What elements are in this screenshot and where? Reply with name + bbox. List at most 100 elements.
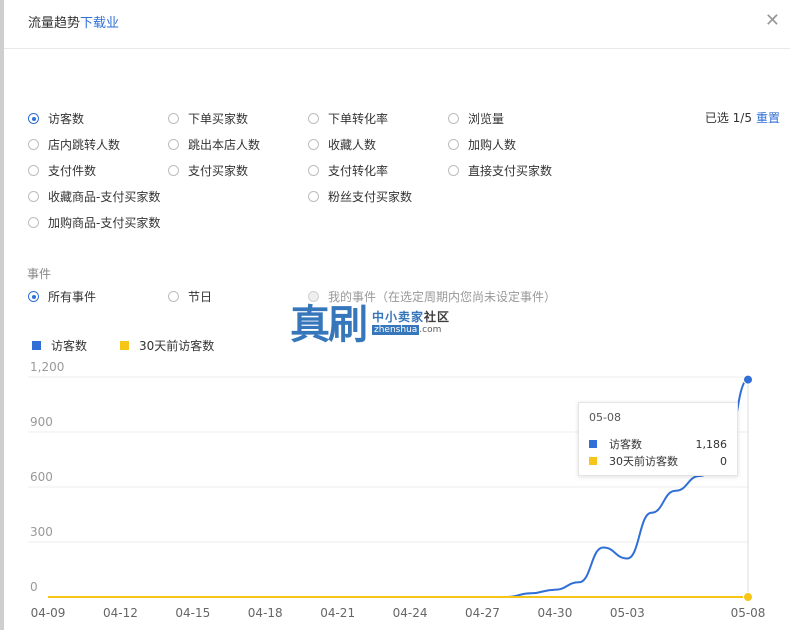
- tooltip-swatch: [589, 440, 597, 448]
- metric-option-fan-paid-buyers[interactable]: 粉丝支付买家数: [308, 188, 412, 205]
- window-edge: [0, 0, 4, 630]
- legend-item-visitors[interactable]: 访客数: [32, 337, 87, 354]
- event-label: 节日: [188, 290, 213, 304]
- metric-label: 下单转化率: [328, 112, 389, 126]
- watermark-top-a: 中小卖家: [372, 309, 425, 324]
- radio-checked-icon: [28, 291, 39, 302]
- y-tick-label: 0: [30, 580, 38, 594]
- watermark-logo: 真刷 中小卖家社区 zhenshua .com: [290, 292, 450, 350]
- watermark-right: 中小卖家社区 zhenshua .com: [372, 308, 450, 335]
- radio-icon: [28, 217, 39, 228]
- metric-option-pageviews[interactable]: 浏览量: [448, 110, 504, 127]
- radio-checked-icon: [28, 113, 39, 124]
- watermark-top-b: 社区: [424, 309, 451, 324]
- metric-label: 店内跳转人数: [48, 138, 121, 152]
- radio-icon: [168, 113, 179, 124]
- radio-icon: [448, 165, 459, 176]
- metric-option-bounce[interactable]: 跳出本店人数: [168, 136, 260, 153]
- tooltip-row-prev-visitors: 30天前访客数 0: [589, 453, 727, 469]
- radio-icon: [168, 165, 179, 176]
- x-tick-label: 04-24: [393, 606, 428, 620]
- tooltip-value: 0: [720, 454, 727, 468]
- metric-option-internal-jumps[interactable]: 店内跳转人数: [28, 136, 120, 153]
- radio-icon: [308, 113, 319, 124]
- watermark-bot-b: .com: [419, 324, 442, 335]
- reset-link[interactable]: 重置: [756, 109, 780, 126]
- tooltip-row-visitors: 访客数 1,186: [589, 436, 727, 452]
- y-tick-label: 300: [30, 525, 53, 539]
- chart-tooltip: 05-08 访客数 1,186 30天前访客数 0: [578, 402, 738, 476]
- legend-item-prev-visitors[interactable]: 30天前访客数: [120, 337, 214, 354]
- metric-option-visitors[interactable]: 访客数: [28, 110, 84, 127]
- legend-swatch: [120, 341, 129, 350]
- close-icon[interactable]: ✕: [765, 10, 780, 31]
- metric-label: 加购商品-支付买家数: [48, 216, 161, 230]
- event-option-holiday[interactable]: 节日: [168, 288, 212, 305]
- x-tick-label: 04-30: [537, 606, 572, 620]
- legend-swatch: [32, 341, 41, 350]
- event-option-all[interactable]: 所有事件: [28, 288, 96, 305]
- x-tick-label: 05-08: [731, 606, 766, 620]
- metric-option-order-buyers[interactable]: 下单买家数: [168, 110, 248, 127]
- metric-label: 浏览量: [468, 112, 505, 126]
- metric-label: 下单买家数: [188, 112, 249, 126]
- series-point: [743, 592, 753, 602]
- metric-option-order-conversion[interactable]: 下单转化率: [308, 110, 388, 127]
- radio-icon: [448, 139, 459, 150]
- title-text: 流量趋势: [28, 16, 81, 31]
- metric-option-cart-adds[interactable]: 加购人数: [448, 136, 516, 153]
- selected-count: 已选 1/5: [704, 111, 752, 125]
- metric-option-favorites[interactable]: 收藏人数: [308, 136, 376, 153]
- legend-label: 访客数: [51, 339, 88, 353]
- x-tick-label: 04-27: [465, 606, 500, 620]
- metric-label: 访客数: [48, 112, 85, 126]
- x-tick-label: 04-12: [103, 606, 138, 620]
- download-link[interactable]: 下载: [80, 16, 106, 31]
- y-tick-label: 900: [30, 415, 53, 429]
- watermark-bottom: zhenshua .com: [372, 324, 450, 335]
- radio-icon: [28, 191, 39, 202]
- dialog-title: 流量趋势下载业: [28, 12, 119, 31]
- metric-label: 支付转化率: [328, 164, 389, 178]
- dialog-header: 流量趋势下载业 ✕: [4, 0, 790, 49]
- tooltip-date: 05-08: [589, 411, 621, 424]
- tooltip-value: 1,186: [695, 437, 728, 451]
- metric-label: 加购人数: [468, 138, 517, 152]
- x-tick-label: 04-15: [175, 606, 210, 620]
- event-label: 所有事件: [48, 290, 97, 304]
- x-tick-label: 05-03: [610, 606, 645, 620]
- radio-icon: [448, 113, 459, 124]
- tooltip-name: 30天前访客数: [609, 455, 678, 468]
- metric-option-paid-items[interactable]: 支付件数: [28, 162, 96, 179]
- metric-label: 收藏人数: [328, 138, 377, 152]
- watermark-top: 中小卖家社区: [372, 308, 450, 325]
- metric-label: 收藏商品-支付买家数: [48, 190, 161, 204]
- radio-icon: [28, 165, 39, 176]
- radio-icon: [28, 139, 39, 150]
- metric-option-direct-paid-buyers[interactable]: 直接支付买家数: [448, 162, 552, 179]
- metric-label: 支付买家数: [188, 164, 249, 178]
- x-tick-label: 04-09: [31, 606, 66, 620]
- watermark-bot-a: zhenshua: [372, 324, 420, 335]
- title-suffix: 业: [106, 16, 120, 31]
- tooltip-swatch: [589, 457, 597, 465]
- x-tick-label: 04-21: [320, 606, 355, 620]
- x-tick-label: 04-18: [248, 606, 283, 620]
- metric-label: 直接支付买家数: [468, 164, 553, 178]
- radio-icon: [168, 291, 179, 302]
- metric-label: 粉丝支付买家数: [328, 190, 413, 204]
- metric-option-paid-buyers[interactable]: 支付买家数: [168, 162, 248, 179]
- tooltip-name: 访客数: [609, 438, 642, 451]
- radio-icon: [308, 165, 319, 176]
- metric-option-fav-item-paid-buyers[interactable]: 收藏商品-支付买家数: [28, 188, 160, 205]
- y-tick-label: 600: [30, 470, 53, 484]
- y-tick-label: 1,200: [30, 360, 64, 374]
- watermark-big-text: 真刷: [290, 301, 368, 348]
- metric-option-cart-item-paid-buyers[interactable]: 加购商品-支付买家数: [28, 214, 160, 231]
- events-label: 事件: [27, 267, 52, 281]
- series-point: [743, 374, 753, 385]
- metric-label: 支付件数: [48, 164, 97, 178]
- metric-option-pay-conversion[interactable]: 支付转化率: [308, 162, 388, 179]
- radio-icon: [308, 139, 319, 150]
- radio-icon: [308, 191, 319, 202]
